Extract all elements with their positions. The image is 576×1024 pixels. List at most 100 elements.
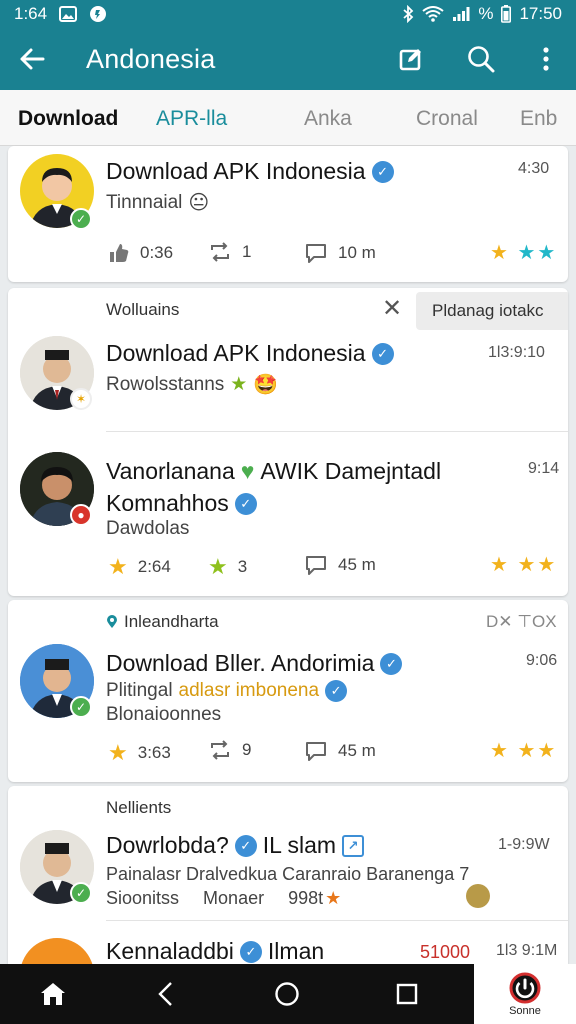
tab-anka[interactable]: Anka [304, 107, 352, 131]
verified-icon: ✓ [234, 492, 257, 515]
card-header: Inleandharta [106, 612, 219, 632]
rating-stat[interactable]: ★ 3:63 [108, 740, 171, 766]
feed-card: Inleandharta D✕ ⊤OX ✓ Download Bller. An… [8, 600, 568, 782]
repost-stat[interactable]: 1 [208, 242, 251, 262]
comment-icon [306, 556, 326, 575]
tab-download[interactable]: Download [18, 107, 118, 131]
divider [106, 920, 568, 921]
item-title-text: Dowrlobda? [106, 832, 229, 858]
comment-stat[interactable]: 10 m [304, 242, 376, 264]
home-nav-button[interactable] [18, 964, 88, 1024]
repost-stat[interactable]: 9 [208, 740, 251, 760]
rating-stat[interactable]: ★ 2:64 [108, 554, 171, 580]
avatar [20, 938, 94, 964]
card-header-right[interactable]: D✕ ⊤OX [486, 612, 557, 632]
card-header: Wolluains [106, 300, 180, 319]
item-subtitle: Plitingal adlasr imbonena ✓ [106, 680, 348, 702]
emoji-icon: 🤩 [253, 374, 279, 396]
recents-nav-button[interactable] [372, 964, 442, 1024]
repost-count: 1 [242, 242, 252, 261]
filter-chip[interactable]: Pldanag iotakc [416, 292, 568, 330]
verified-icon: ✓ [371, 160, 394, 183]
battery-icon [501, 5, 512, 23]
overflow-menu-button[interactable] [516, 28, 576, 90]
verified-icon: ✓ [371, 342, 394, 365]
feed-card: Nellients ✓ Dowrlobda? ✓ IL slam ↗ 1-9:9W P… [8, 786, 568, 964]
item-time: 9:06 [526, 652, 558, 669]
comment-stat[interactable]: 45 m [304, 740, 376, 762]
tab-cronal[interactable]: Cronal [416, 107, 478, 131]
back-nav-button[interactable] [130, 964, 200, 1024]
tab-enb[interactable]: Enb [520, 107, 557, 131]
item-subtitle: Tinnnaial 😐 [106, 190, 209, 215]
item-title-text: Kennaladdbi [106, 938, 234, 964]
status-time: 1:64 [14, 4, 48, 23]
repost-count: 9 [242, 740, 252, 759]
bluetooth-icon [402, 5, 414, 23]
verified-icon: ✓ [380, 652, 403, 675]
item-subtitle: Rowolsstanns ★ 🤩 [106, 372, 278, 397]
green-heart-icon: ♥ [240, 458, 255, 484]
status-bar: 1:64 % 17:50 [0, 0, 576, 28]
comment-count: 10 m [338, 243, 376, 262]
list-item[interactable]: Kennaladdbi ✓ Ilman 51000 1l3 9:1M [8, 926, 568, 964]
item-title-suffix: IL slam [262, 832, 337, 858]
item-line3: Sioonitss Monaer 998t ★ [106, 888, 341, 909]
search-button[interactable] [446, 28, 516, 90]
item-subtitle-text: Tinnnaial [106, 191, 183, 213]
tab-bar: Download APR-lla Anka Cronal Enb [0, 90, 576, 146]
home-circle-button[interactable] [252, 964, 322, 1024]
mini-avatar-icon [466, 884, 490, 908]
thumbs-up-icon [110, 244, 129, 262]
item-title-suffix: Ilman [267, 938, 325, 964]
edit-icon [399, 49, 421, 71]
like-stat[interactable]: 0:36 [108, 242, 173, 264]
item-line3: Blonaioonnes [106, 704, 222, 725]
item-line3: Dawdolas [106, 518, 190, 539]
rating-stars-icon: ★ ★★ [490, 740, 558, 762]
rating-stars-icon: ★ ★★ [490, 242, 558, 264]
item-title: Dowrlobda? ✓ IL slam ↗ [106, 832, 365, 859]
back-arrow-icon [20, 48, 45, 70]
card-header-text: Inleandharta [124, 612, 219, 631]
emoji-icon: 😐 [188, 192, 210, 214]
divider [106, 431, 568, 432]
online-badge-icon: ✓ [70, 208, 92, 230]
more-vert-icon [543, 47, 549, 71]
online-badge-icon: ✓ [70, 882, 92, 904]
item-title-text: Vanorlanana [106, 458, 235, 484]
item-line2: Komnahhos ✓ [106, 490, 257, 517]
compose-button[interactable] [376, 28, 446, 90]
rating-stars-icon: ★ ★★ [490, 554, 558, 576]
item-title: Download APK Indonesia ✓ [106, 158, 394, 185]
dismiss-button[interactable]: ✕ [382, 294, 402, 323]
item-highlight-text: adlasr imbonena [178, 680, 320, 701]
item-line2: Painalasr Dralvedkua Caranraio Baranenga… [106, 864, 470, 884]
image-notification-icon [59, 6, 78, 22]
list-item[interactable]: ✓ Download APK Indonesia ✓ 4:30 Tinnnaial… [8, 146, 568, 282]
status-badge: 51000 [420, 942, 471, 962]
list-item[interactable]: ● Vanorlanana ♥ AWIK Damejntadl 9:14 Komna… [8, 438, 568, 588]
item-title: Download Bller. Andorimia ✓ [106, 650, 403, 677]
item-title-text: Download APK Indonesia [106, 158, 366, 184]
comment-stat[interactable]: 45 m [304, 554, 376, 576]
system-nav-bar: Sonne [0, 964, 576, 1024]
verified-icon: ✓ [325, 680, 348, 702]
comment-icon [306, 244, 326, 263]
back-button[interactable] [0, 28, 64, 90]
online-badge-icon: ✓ [70, 696, 92, 718]
list-item[interactable]: ✶ Download APK Indonesia ✓ 1l3:9:10 Rowol… [8, 332, 568, 432]
list-item[interactable]: ✓ Download Bller. Andorimia ✓ 9:06 Plitin… [8, 634, 568, 782]
rating-value: 2:64 [137, 557, 171, 576]
item-title-suffix: AWIK Damejntadl [260, 458, 442, 484]
list-item[interactable]: ✓ Dowrlobda? ✓ IL slam ↗ 1-9:9W Painalasr D… [8, 822, 568, 918]
item-subtitle-text: Plitingal [106, 680, 173, 701]
comment-icon [306, 742, 326, 761]
star-icon: ★ [325, 888, 342, 908]
comment-count: 45 m [338, 555, 376, 574]
app-shortcut-button[interactable]: Sonne [474, 964, 576, 1024]
rating-stat-2[interactable]: ★ 3 [208, 554, 247, 580]
tab-apr[interactable]: APR-lla [156, 107, 227, 131]
verified-icon: ✓ [239, 940, 262, 963]
item-time: 1l3:9:10 [488, 344, 545, 361]
